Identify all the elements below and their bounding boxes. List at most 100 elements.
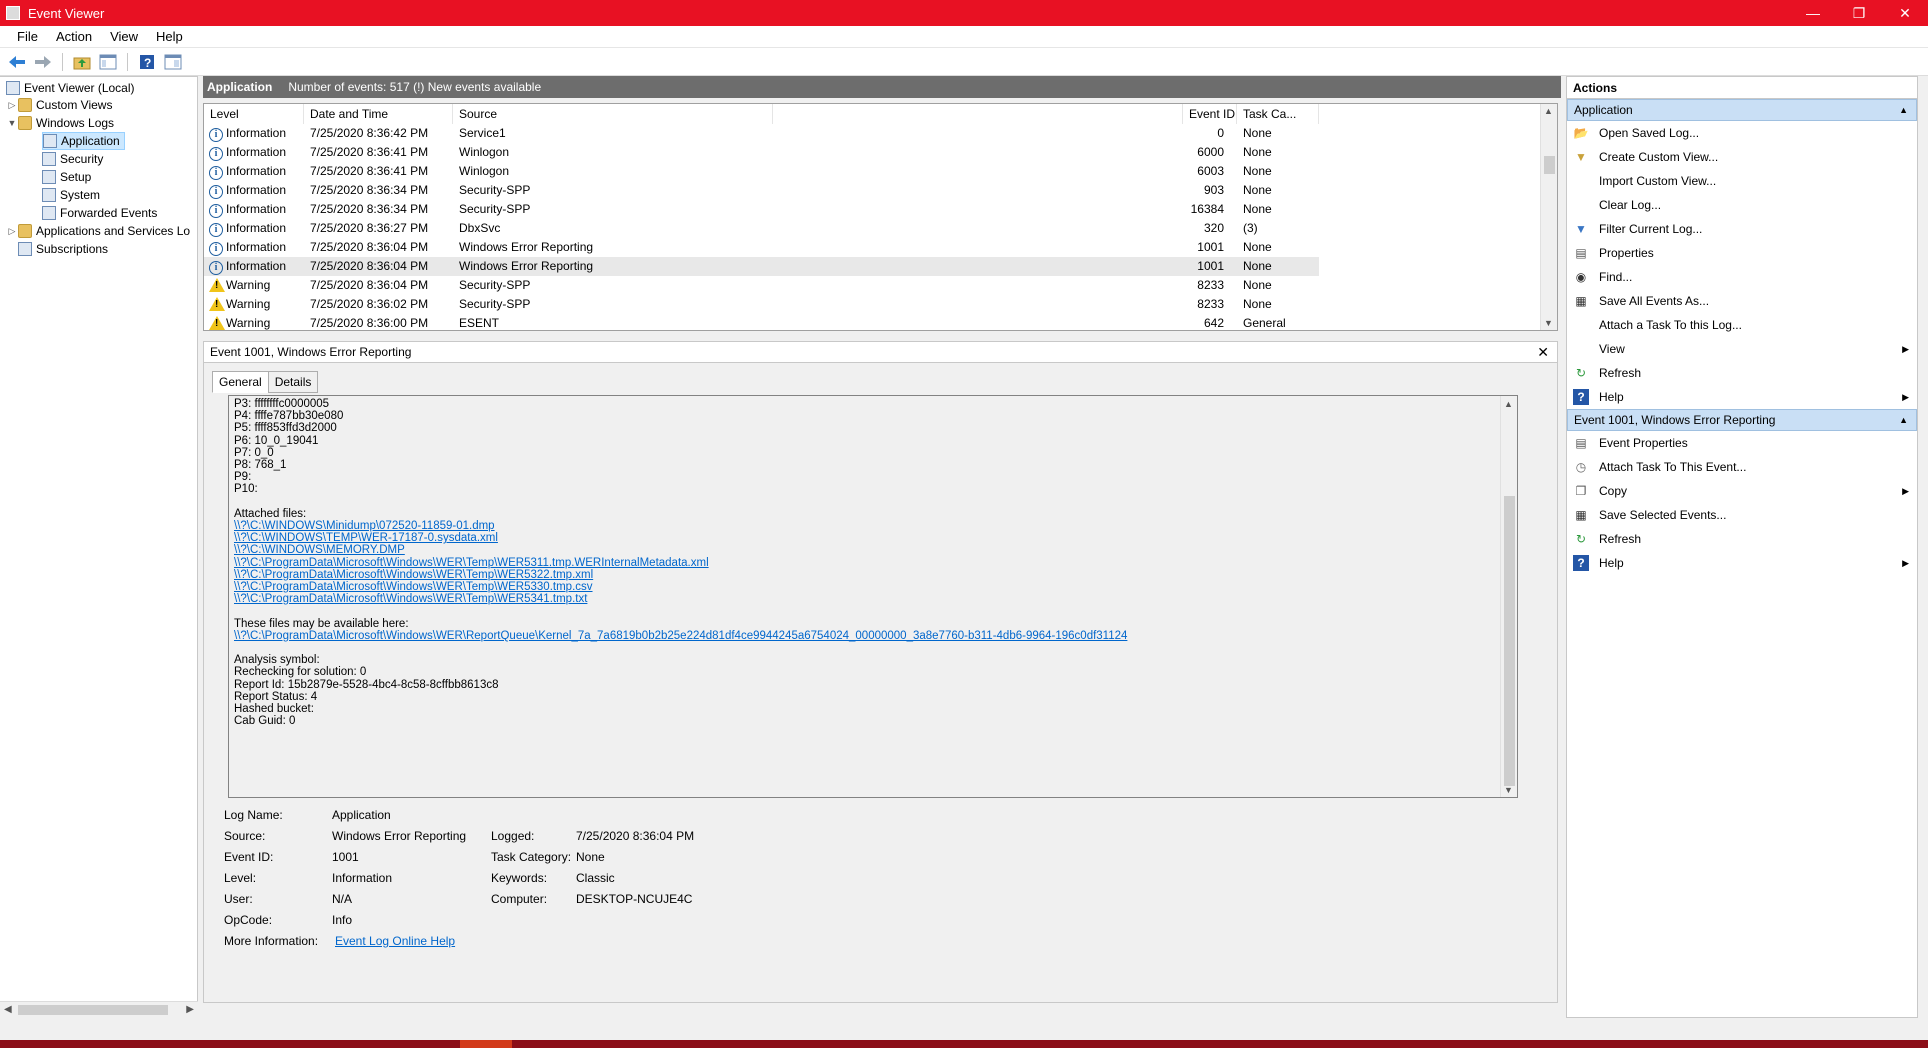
back-button[interactable] <box>6 51 28 73</box>
table-row[interactable]: i Information 7/25/2020 8:36:04 PM Windows … <box>204 238 1319 257</box>
tab-general[interactable]: General <box>212 371 269 393</box>
help-toolbar-button[interactable]: ? <box>136 51 158 73</box>
collapse-caret-icon[interactable]: ▲ <box>1899 415 1908 425</box>
cell-source: Service1 <box>459 126 506 140</box>
table-row[interactable]: i Information 7/25/2020 8:36:34 PM Security… <box>204 181 1319 200</box>
event-list-vertical-scrollbar[interactable]: ▲ ▼ <box>1540 104 1557 330</box>
scroll-left-icon[interactable]: ◀ <box>4 1004 12 1015</box>
action-refresh[interactable]: ↻ Refresh <box>1567 361 1917 385</box>
tree-root[interactable]: Event Viewer (Local) <box>6 79 135 97</box>
actions-section-event[interactable]: Event 1001, Windows Error Reporting ▲ <box>1567 409 1917 431</box>
action-help[interactable]: ? Help ▶ <box>1567 385 1917 409</box>
taskbar-active-app[interactable] <box>460 1040 512 1048</box>
action-clear-log[interactable]: Clear Log... <box>1567 193 1917 217</box>
show-action-pane-button[interactable] <box>162 51 184 73</box>
scroll-down-icon[interactable]: ▼ <box>1504 785 1513 795</box>
forward-button[interactable] <box>32 51 54 73</box>
action-help[interactable]: ? Help ▶ <box>1567 551 1917 575</box>
scroll-up-icon[interactable]: ▲ <box>1504 399 1513 409</box>
attached-file-link[interactable]: \\?\C:\WINDOWS\TEMP\WER-17187-0.sysdata.… <box>234 532 498 544</box>
column-header-datetime[interactable]: Date and Time <box>304 104 453 124</box>
attached-file-link[interactable]: \\?\C:\ProgramData\Microsoft\Windows\WER… <box>234 581 593 593</box>
collapse-chevron-icon[interactable]: ▼ <box>6 118 18 128</box>
tree-log-application[interactable]: Application <box>42 132 125 150</box>
table-row[interactable]: i Information 7/25/2020 8:36:27 PM DbxSvc (3… <box>204 219 1319 238</box>
action-save-selected-events[interactable]: ▦ Save Selected Events... <box>1567 503 1917 527</box>
action-attach-a-task-to-this-log[interactable]: Attach a Task To this Log... <box>1567 313 1917 337</box>
event-description[interactable]: P3: ffffffffc0000005 P4: ffffe787bb30e080… <box>228 395 1518 798</box>
action-event-properties[interactable]: ▤ Event Properties <box>1567 431 1917 455</box>
table-row[interactable]: Warning 7/25/2020 8:36:04 PM Security-SPP N… <box>204 276 1319 295</box>
actions-title: Actions <box>1567 77 1917 99</box>
action-create-custom-view[interactable]: ▼ Create Custom View... <box>1567 145 1917 169</box>
expand-chevron-icon[interactable]: ▷ <box>6 226 18 237</box>
action-copy[interactable]: ❐ Copy ▶ <box>1567 479 1917 503</box>
table-row[interactable]: Warning 7/25/2020 8:36:00 PM ESENT General 6… <box>204 314 1319 330</box>
menu-view[interactable]: View <box>101 29 147 44</box>
up-folder-button[interactable] <box>71 51 93 73</box>
show-hide-tree-button[interactable] <box>97 51 119 73</box>
menu-file[interactable]: File <box>8 29 47 44</box>
table-row[interactable]: i Information 7/25/2020 8:36:34 PM Security… <box>204 200 1319 219</box>
tab-details[interactable]: Details <box>267 371 319 393</box>
attached-file-link[interactable]: \\?\C:\ProgramData\Microsoft\Windows\WER… <box>234 569 593 581</box>
action-filter-current-log[interactable]: ▼ Filter Current Log... <box>1567 217 1917 241</box>
action-attach-task-to-this-event[interactable]: ◷ Attach Task To This Event... <box>1567 455 1917 479</box>
attached-file-link[interactable]: \\?\C:\ProgramData\Microsoft\Windows\WER… <box>234 593 587 605</box>
tree-log-setup[interactable]: Setup <box>42 168 91 186</box>
scrollbar-thumb[interactable] <box>1504 496 1515 786</box>
action-open-saved-log[interactable]: 📂 Open Saved Log... <box>1567 121 1917 145</box>
table-row[interactable]: i Information 7/25/2020 8:36:41 PM Winlogon… <box>204 162 1319 181</box>
analysis-line: Report Id: 15b2879e-5528-4bc4-8c58-8cffb… <box>234 678 499 691</box>
minimize-button[interactable]: — <box>1790 0 1836 26</box>
column-header-level[interactable]: Level <box>204 104 304 124</box>
collapse-caret-icon[interactable]: ▲ <box>1899 105 1908 115</box>
actions-section-application[interactable]: Application ▲ <box>1567 99 1917 121</box>
tree-log-forwarded-events[interactable]: Forwarded Events <box>42 204 157 222</box>
close-detail-icon[interactable]: ✕ <box>1537 344 1549 361</box>
menu-action[interactable]: Action <box>47 29 101 44</box>
column-header-task-category[interactable]: Task Ca... <box>1237 104 1319 124</box>
close-button[interactable]: ✕ <box>1882 0 1928 26</box>
level-value: Information <box>332 871 393 885</box>
table-row[interactable]: i Information 7/25/2020 8:36:41 PM Winlogon… <box>204 143 1319 162</box>
cell-level: Information <box>226 202 287 216</box>
information-icon: i <box>209 145 223 161</box>
scroll-up-icon[interactable]: ▲ <box>1544 106 1553 116</box>
tree-horizontal-scrollbar[interactable]: ◀ ▶ <box>0 1001 198 1018</box>
column-header-source[interactable]: Source <box>453 104 773 124</box>
tree-windows-logs[interactable]: ▼ Windows Logs <box>6 114 114 132</box>
action-save-all-events-as[interactable]: ▦ Save All Events As... <box>1567 289 1917 313</box>
action-import-custom-view[interactable]: Import Custom View... <box>1567 169 1917 193</box>
attached-file-link[interactable]: \\?\C:\WINDOWS\MEMORY.DMP <box>234 544 405 556</box>
action-properties[interactable]: ▤ Properties <box>1567 241 1917 265</box>
restore-button[interactable]: ❐ <box>1836 0 1882 26</box>
tree-log-system[interactable]: System <box>42 186 100 204</box>
tree-apps-services[interactable]: ▷ Applications and Services Lo <box>6 222 190 240</box>
tree-log-security[interactable]: Security <box>42 150 103 168</box>
tree-custom-views[interactable]: ▷ Custom Views <box>6 96 112 114</box>
report-queue-link[interactable]: \\?\C:\ProgramData\Microsoft\Windows\WER… <box>234 630 1127 642</box>
action-find[interactable]: ◉ Find... <box>1567 265 1917 289</box>
event-log-online-help-link[interactable]: Event Log Online Help <box>335 934 455 948</box>
menu-help[interactable]: Help <box>147 29 192 44</box>
scroll-right-icon[interactable]: ▶ <box>186 1004 194 1015</box>
action-refresh[interactable]: ↻ Refresh <box>1567 527 1917 551</box>
description-vertical-scrollbar[interactable]: ▲ ▼ <box>1500 396 1517 797</box>
action-label: Open Saved Log... <box>1599 126 1700 140</box>
attached-file-link[interactable]: \\?\C:\WINDOWS\Minidump\072520-11859-01.… <box>234 520 495 532</box>
column-header-event-id[interactable]: Event ID <box>1183 104 1237 124</box>
table-row[interactable]: Warning 7/25/2020 8:36:02 PM Security-SPP N… <box>204 295 1319 314</box>
tree-subscriptions[interactable]: Subscriptions <box>18 240 108 258</box>
window-controls: — ❐ ✕ <box>1790 0 1928 26</box>
expand-chevron-icon[interactable]: ▷ <box>6 100 18 111</box>
analysis-line: Report Status: 4 <box>234 690 318 703</box>
scrollbar-thumb[interactable] <box>1544 156 1555 174</box>
scroll-down-icon[interactable]: ▼ <box>1544 318 1553 328</box>
attached-file-link[interactable]: \\?\C:\ProgramData\Microsoft\Windows\WER… <box>234 557 709 569</box>
cell-event-id: 642 <box>1203 316 1224 330</box>
action-view[interactable]: View ▶ <box>1567 337 1917 361</box>
scrollbar-thumb[interactable] <box>18 1005 168 1015</box>
table-row[interactable]: i Information 7/25/2020 8:36:04 PM Windows … <box>204 257 1319 276</box>
table-row[interactable]: i Information 7/25/2020 8:36:42 PM Service1… <box>204 124 1319 143</box>
